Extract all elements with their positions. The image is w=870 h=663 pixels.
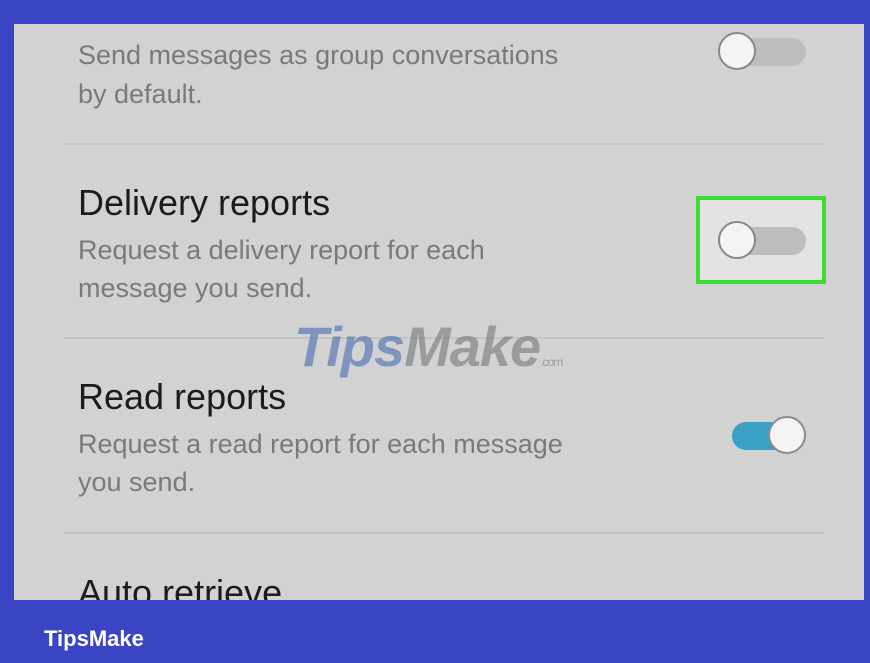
divider: [64, 143, 824, 145]
delivery-reports-title: Delivery reports: [78, 182, 331, 223]
read-reports-description-line2: you send.: [78, 467, 196, 497]
frame-top: [0, 0, 870, 24]
divider: [64, 532, 824, 534]
group-conversation-description-line2: by default.: [78, 79, 203, 109]
frame-left: [0, 0, 14, 663]
settings-screen: Send messages as group conversations by …: [14, 24, 864, 600]
footer-brand: TipsMake: [44, 626, 144, 651]
read-reports-toggle[interactable]: [718, 416, 806, 456]
read-reports-title: Read reports: [78, 376, 287, 417]
toggle-knob: [718, 221, 756, 259]
delivery-reports-description-line1: Request a delivery report for each: [78, 235, 485, 265]
watermark-logo: TipsMake.com: [294, 314, 563, 379]
watermark-part2: Make: [404, 315, 541, 378]
group-conversation-description-line1: Send messages as group conversations: [78, 40, 559, 70]
frame-right: [864, 0, 870, 663]
delivery-reports-toggle[interactable]: [718, 221, 806, 261]
read-reports-description-line1: Request a read report for each message: [78, 429, 563, 459]
watermark-part1: Tips: [294, 315, 405, 378]
delivery-reports-description-line2: message you send.: [78, 273, 313, 303]
toggle-knob: [768, 416, 806, 454]
watermark-part3: .com: [540, 355, 563, 369]
toggle-knob: [718, 32, 756, 70]
group-conversation-toggle[interactable]: [718, 32, 806, 72]
auto-retrieve-title: Auto retrieve: [78, 572, 283, 600]
